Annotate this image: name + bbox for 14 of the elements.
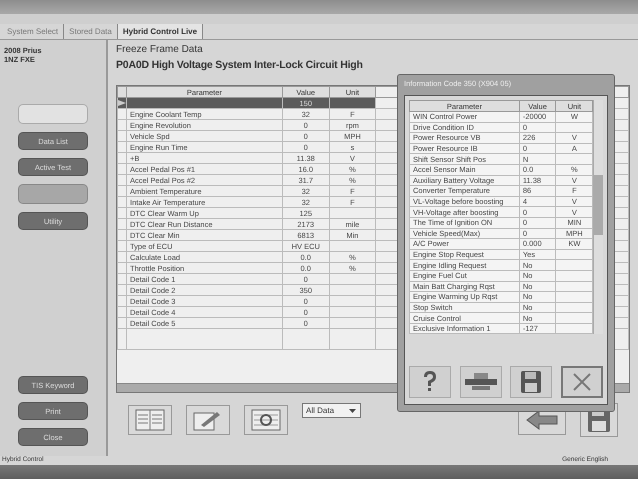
row-pointer-icon: [118, 100, 126, 106]
print-icon[interactable]: [460, 366, 502, 398]
save-icon[interactable]: [510, 366, 552, 398]
section-heading: Freeze Frame Data: [116, 44, 204, 55]
data-filter-dropdown[interactable]: All Data: [302, 403, 362, 418]
close-icon[interactable]: [560, 366, 603, 398]
pen-edit-icon[interactable]: [186, 405, 230, 435]
table-refresh-icon[interactable]: [244, 405, 288, 435]
tab[interactable]: Hybrid Control Live: [118, 24, 204, 39]
help-icon[interactable]: [409, 366, 451, 398]
dtc-title: P0A0D High Voltage System Inter-Lock Circuit High: [116, 59, 364, 71]
table-book-icon[interactable]: [128, 405, 172, 435]
vertical-scrollbar[interactable]: [593, 100, 603, 334]
dropdown-arrow-icon[interactable]: [348, 406, 358, 415]
